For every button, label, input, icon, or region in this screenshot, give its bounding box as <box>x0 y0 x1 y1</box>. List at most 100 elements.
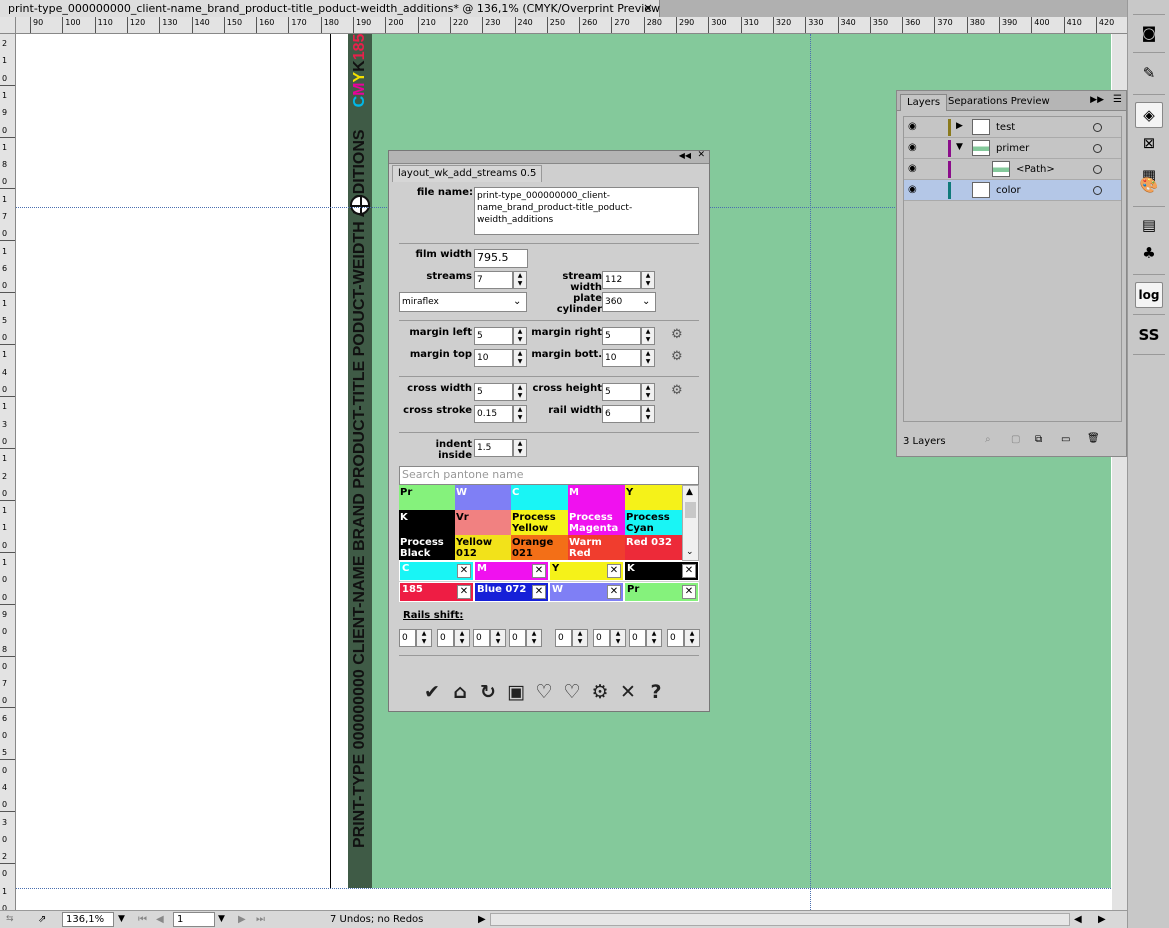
machine-select[interactable]: miraflex <box>399 292 527 312</box>
swatch[interactable]: Process Yellow <box>511 510 568 535</box>
rail-shift-stepper[interactable]: ▲ ▼ <box>646 629 662 647</box>
swatch[interactable]: Red 032 <box>625 535 682 560</box>
margin-right-stepper[interactable]: ▲ ▼ <box>641 327 655 345</box>
selected-color[interactable]: W ✕ <box>549 582 624 602</box>
layer-row[interactable]: ◉ ▼ primer <box>904 138 1121 159</box>
rail-shift-stepper[interactable]: ▲ ▼ <box>572 629 588 647</box>
home-icon[interactable]: ⌂ <box>447 681 473 703</box>
swatch[interactable]: Pr <box>399 485 455 510</box>
ruler-corner[interactable] <box>0 17 16 34</box>
swatch[interactable]: Yellow 012 <box>455 535 511 560</box>
zoom-dropdown-icon[interactable]: ▼ <box>118 914 125 924</box>
collapse-panel-icon[interactable]: ▶▶ <box>1090 95 1104 105</box>
artboard-nav-icon[interactable]: ⇆ <box>6 914 14 924</box>
eye-icon[interactable]: ◉ <box>908 184 917 195</box>
align-icon[interactable]: ▤ <box>1135 212 1163 238</box>
scroll-right-icon[interactable]: ▶ <box>1098 914 1106 925</box>
clubs-icon[interactable]: ♣ <box>1135 240 1163 266</box>
last-page-icon[interactable]: ⏭ <box>256 914 265 925</box>
selected-color[interactable]: C ✕ <box>399 561 474 581</box>
streams-field[interactable]: 7 <box>474 271 513 289</box>
layer-row[interactable]: ◉ ▶ test <box>904 117 1121 138</box>
document-tab[interactable]: print-type_000000000_client-name_brand_p… <box>0 0 664 17</box>
remove-icon[interactable]: ✕ <box>457 585 471 599</box>
indent-inside-stepper[interactable]: ▲ ▼ <box>513 439 527 457</box>
cross-stroke-stepper[interactable]: ▲ ▼ <box>513 405 527 423</box>
page-field[interactable]: 1 <box>173 912 215 927</box>
stream-width-stepper[interactable]: ▲ ▼ <box>641 271 655 289</box>
cross-stroke-field[interactable]: 0.15 <box>474 405 513 423</box>
page-dropdown-icon[interactable]: ▼ <box>218 914 225 924</box>
camera-icon[interactable]: ◙ <box>1135 20 1163 46</box>
rail-shift-field[interactable]: 0 <box>399 629 416 647</box>
rail-shift-field[interactable]: 0 <box>509 629 526 647</box>
target-icon[interactable] <box>1093 123 1102 132</box>
eye-icon[interactable]: ◉ <box>908 121 917 132</box>
close-tab-icon[interactable]: × <box>643 0 653 17</box>
expand-arrow-icon[interactable]: ▶ <box>956 121 963 131</box>
swatch-scrollbar[interactable]: ▲ ⌄ <box>682 485 699 561</box>
pantone-search-input[interactable]: Search pantone name <box>399 466 699 485</box>
new-layer-icon[interactable]: ▭ <box>1061 434 1070 445</box>
help-icon[interactable]: ? <box>643 681 669 703</box>
rail-shift-field[interactable]: 0 <box>437 629 454 647</box>
margin-bott-stepper[interactable]: ▲ ▼ <box>641 349 655 367</box>
selected-color[interactable]: K ✕ <box>624 561 699 581</box>
locate-object-icon[interactable]: ⌕ <box>985 434 991 445</box>
favorite-icon[interactable]: ♡ <box>559 681 585 703</box>
swatch[interactable]: Vr <box>455 510 511 535</box>
eye-icon[interactable]: ◉ <box>908 163 917 174</box>
tab-separations-preview[interactable]: Separations Preview <box>942 94 1056 111</box>
swatch[interactable]: M <box>568 485 625 510</box>
streams-stepper[interactable]: ▲ ▼ <box>513 271 527 289</box>
next-page-icon[interactable]: ▶ <box>238 914 246 925</box>
swatch[interactable]: W <box>455 485 511 510</box>
selected-color[interactable]: Pr ✕ <box>624 582 699 602</box>
script-icon[interactable]: SS <box>1135 322 1163 348</box>
remove-icon[interactable]: ✕ <box>682 564 696 578</box>
file-name-field[interactable]: print-type_000000000_client-name_brand_p… <box>474 187 699 235</box>
margin-left-field[interactable]: 5 <box>474 327 513 345</box>
brush-tool-icon[interactable]: ✎ <box>1135 60 1163 86</box>
save-icon[interactable]: ▣ <box>503 681 529 703</box>
rail-shift-field[interactable]: 0 <box>473 629 490 647</box>
rail-shift-stepper[interactable]: ▲ ▼ <box>684 629 700 647</box>
remove-icon[interactable]: ✕ <box>457 564 471 578</box>
link-toggle-icon[interactable]: ⚙ <box>671 383 683 398</box>
selected-color[interactable]: M ✕ <box>474 561 549 581</box>
remove-icon[interactable]: ✕ <box>607 564 621 578</box>
margin-top-field[interactable]: 10 <box>474 349 513 367</box>
first-page-icon[interactable]: ⏮ <box>138 914 147 925</box>
chevron-down-icon[interactable]: ⌄ <box>642 296 650 307</box>
tab-layers[interactable]: Layers <box>900 94 948 111</box>
scroll-up-icon[interactable]: ▲ <box>686 487 693 497</box>
palette-icon[interactable]: 🎨 <box>1135 172 1163 198</box>
swatch[interactable]: K <box>399 510 455 535</box>
stream-width-field[interactable]: 112 <box>602 271 641 289</box>
delete-layer-icon[interactable]: 🗑 <box>1087 433 1100 444</box>
rail-shift-field[interactable]: 0 <box>555 629 572 647</box>
scroll-down-icon[interactable]: ⌄ <box>686 547 694 557</box>
collapse-dialog-icon[interactable]: ◀◀ <box>679 151 691 160</box>
rail-shift-stepper[interactable]: ▲ ▼ <box>454 629 470 647</box>
rail-shift-field[interactable]: 0 <box>593 629 610 647</box>
export-icon[interactable]: ⇗ <box>38 914 46 925</box>
swatch[interactable]: Process Magenta <box>568 510 625 535</box>
favorite-add-icon[interactable]: ♡ <box>531 681 557 703</box>
settings-icon[interactable]: ⚙ <box>587 681 613 703</box>
rail-shift-stepper[interactable]: ▲ ▼ <box>526 629 542 647</box>
rail-shift-stepper[interactable]: ▲ ▼ <box>490 629 506 647</box>
remove-icon[interactable]: ✕ <box>682 585 696 599</box>
selected-color[interactable]: 185 ✕ <box>399 582 474 602</box>
scroll-thumb[interactable] <box>685 502 696 518</box>
target-icon[interactable] <box>1093 186 1102 195</box>
refresh-icon[interactable]: ↻ <box>475 681 501 703</box>
horizontal-scrollbar[interactable] <box>490 913 1070 926</box>
margin-left-stepper[interactable]: ▲ ▼ <box>513 327 527 345</box>
swatch[interactable]: Process Black <box>399 535 455 560</box>
vertical-ruler[interactable]: 2 1 0 1 9 0 1 8 0 1 7 0 1 6 0 1 5 0 1 4 0 1 3 0 1 2 0 1 1 0 1 0 0 9 0 8 0 7 0 6… <box>0 34 16 910</box>
expand-arrow-icon[interactable]: ▼ <box>956 142 963 152</box>
cross-width-field[interactable]: 5 <box>474 383 513 401</box>
cross-width-stepper[interactable]: ▲ ▼ <box>513 383 527 401</box>
swatch[interactable]: C <box>511 485 568 510</box>
